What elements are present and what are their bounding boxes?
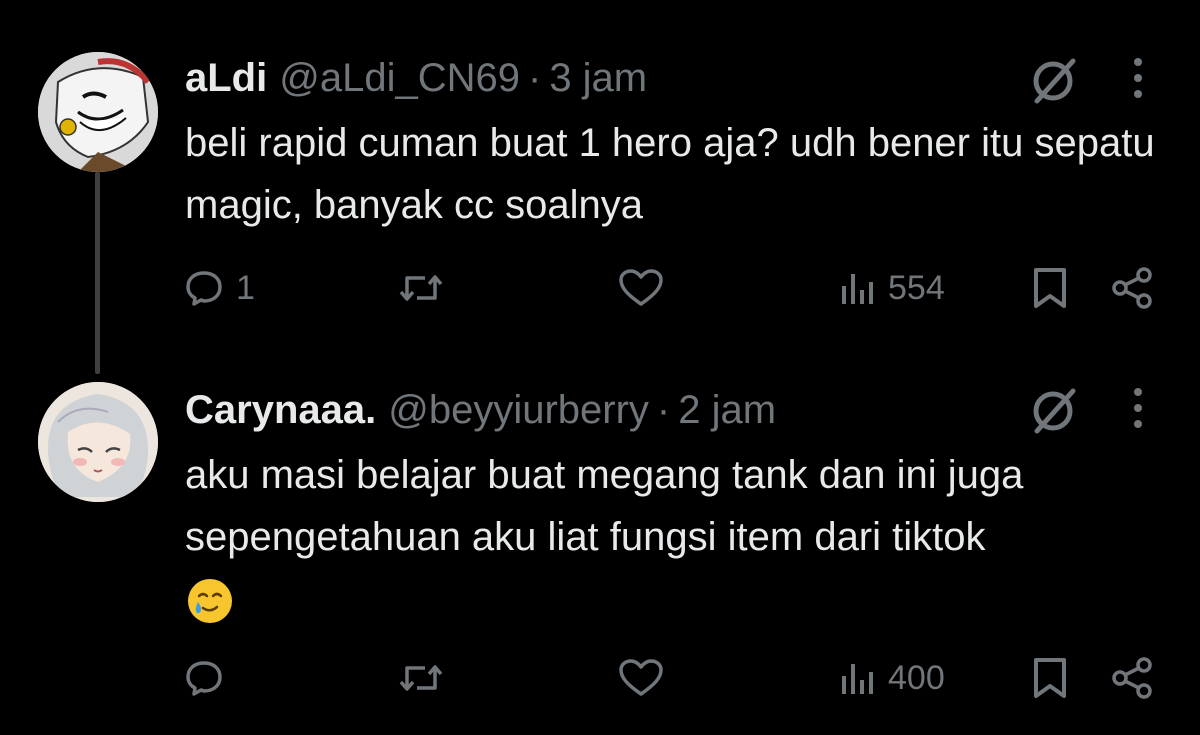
reply-count: 1 [236, 268, 255, 307]
tweet-text-content: aku masi belajar buat megang tank dan in… [185, 453, 1024, 559]
tweet-header: aLdi @aLdi_CN69 · 3 jam [185, 52, 1060, 104]
avatar[interactable] [38, 382, 158, 502]
tweet-text: beli rapid cuman buat 1 hero aja? udh be… [185, 121, 1155, 227]
user-handle[interactable]: @beyyiurberry [388, 388, 649, 433]
bookmark-icon [1034, 268, 1066, 308]
bookmark-button[interactable] [1030, 258, 1070, 318]
tweet[interactable]: aLdi @aLdi_CN69 · 3 jam beli rapid cuman… [0, 0, 1200, 340]
like-heart-icon [619, 269, 663, 306]
user-handle[interactable]: @aLdi_CN69 [279, 56, 520, 101]
timestamp[interactable]: 3 jam [549, 56, 647, 101]
avatar-anime-girl-icon [38, 382, 158, 502]
views-chart-icon [842, 664, 873, 694]
share-button[interactable] [1110, 648, 1154, 708]
reply-icon [186, 661, 222, 696]
grok-button[interactable] [1024, 50, 1084, 110]
tweet-actions: 400 [0, 648, 1200, 708]
avatar-anime-character-icon [38, 52, 158, 172]
like-button[interactable] [618, 648, 664, 708]
display-name[interactable]: aLdi [185, 56, 267, 101]
timestamp[interactable]: 2 jam [678, 388, 776, 433]
separator-dot: · [527, 55, 542, 100]
more-vertical-icon [1134, 388, 1142, 428]
display-name[interactable]: Carynaaa. [185, 388, 376, 433]
retweet-icon [399, 275, 443, 301]
retweet-button[interactable] [397, 648, 445, 708]
grok-icon [1033, 388, 1076, 434]
retweet-button[interactable] [397, 258, 445, 318]
retweet-icon [399, 665, 443, 691]
view-count: 400 [888, 658, 945, 697]
smiling-face-with-tear-icon [188, 579, 232, 624]
separator-dot: · [656, 387, 671, 432]
share-button[interactable] [1110, 258, 1154, 318]
views-button[interactable]: 400 [840, 648, 945, 708]
more-options-button[interactable] [1120, 378, 1156, 438]
reply-button[interactable] [184, 648, 236, 708]
tweet-header: Carynaaa. @beyyiurberry · 2 jam [185, 384, 1060, 436]
more-options-button[interactable] [1120, 48, 1156, 108]
share-icon [1112, 657, 1152, 699]
tweet[interactable]: Carynaaa. @beyyiurberry · 2 jam aku masi… [0, 340, 1200, 735]
grok-button[interactable] [1024, 380, 1084, 440]
reply-button[interactable]: 1 [184, 258, 255, 318]
like-button[interactable] [618, 258, 664, 318]
avatar[interactable] [38, 52, 158, 172]
grok-icon [1033, 58, 1076, 104]
like-heart-icon [619, 659, 663, 696]
reply-icon [186, 271, 222, 306]
view-count: 554 [888, 268, 945, 307]
views-button[interactable]: 554 [840, 258, 945, 318]
tweet-actions: 1 554 [0, 258, 1200, 318]
share-icon [1112, 267, 1152, 309]
views-chart-icon [842, 274, 873, 304]
bookmark-button[interactable] [1030, 648, 1070, 708]
more-vertical-icon [1134, 58, 1142, 98]
tweet-text: aku masi belajar buat megang tank dan in… [185, 444, 1170, 630]
bookmark-icon [1034, 658, 1066, 698]
